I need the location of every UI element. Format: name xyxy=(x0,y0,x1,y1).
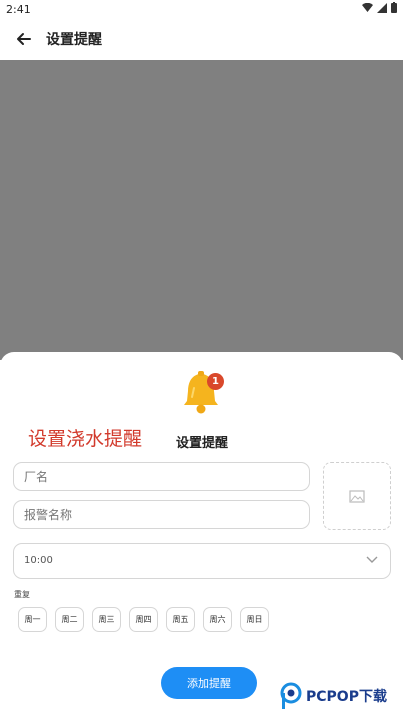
chevron-down-icon xyxy=(366,556,378,563)
day-saturday-chip[interactable]: 周六 xyxy=(203,607,232,632)
app-bar: 设置提醒 xyxy=(0,18,403,60)
day-sunday-chip[interactable]: 周日 xyxy=(240,607,269,632)
repeat-label: 重复 xyxy=(14,590,30,599)
watermark-brand: PCPOP下载 xyxy=(306,689,387,705)
modal-overlay[interactable] xyxy=(0,60,403,360)
day-monday-chip[interactable]: 周一 xyxy=(18,607,47,632)
image-upload-box[interactable] xyxy=(323,462,391,530)
time-select[interactable]: 10:00 xyxy=(13,543,391,579)
day-wednesday-chip[interactable]: 周三 xyxy=(92,607,121,632)
status-time: 2:41 xyxy=(6,3,31,16)
status-icons xyxy=(362,2,397,13)
status-bar: 2:41 xyxy=(0,0,403,18)
back-arrow-icon[interactable] xyxy=(14,29,34,49)
alarm-name-input[interactable] xyxy=(13,500,310,529)
signal-icon xyxy=(377,2,387,13)
time-select-value: 10:00 xyxy=(24,555,53,566)
wifi-icon xyxy=(362,3,373,12)
battery-icon xyxy=(391,2,397,13)
watermark: PCPOP下载 xyxy=(279,682,387,710)
add-reminder-button[interactable]: 添加提醒 xyxy=(161,667,257,699)
day-tuesday-chip[interactable]: 周二 xyxy=(55,607,84,632)
watermark-logo-icon xyxy=(280,682,302,709)
sheet-title: 设置提醒 xyxy=(176,436,229,451)
image-placeholder-icon xyxy=(349,489,365,503)
notification-badge: 1 xyxy=(207,373,224,390)
promo-label: 设置浇水提醒 xyxy=(28,428,143,450)
day-friday-chip[interactable]: 周五 xyxy=(166,607,195,632)
page-title: 设置提醒 xyxy=(46,32,102,48)
factory-name-input[interactable] xyxy=(13,462,310,491)
day-thursday-chip[interactable]: 周四 xyxy=(129,607,158,632)
repeat-days: 周一 周二 周三 周四 周五 周六 周日 xyxy=(18,607,269,632)
